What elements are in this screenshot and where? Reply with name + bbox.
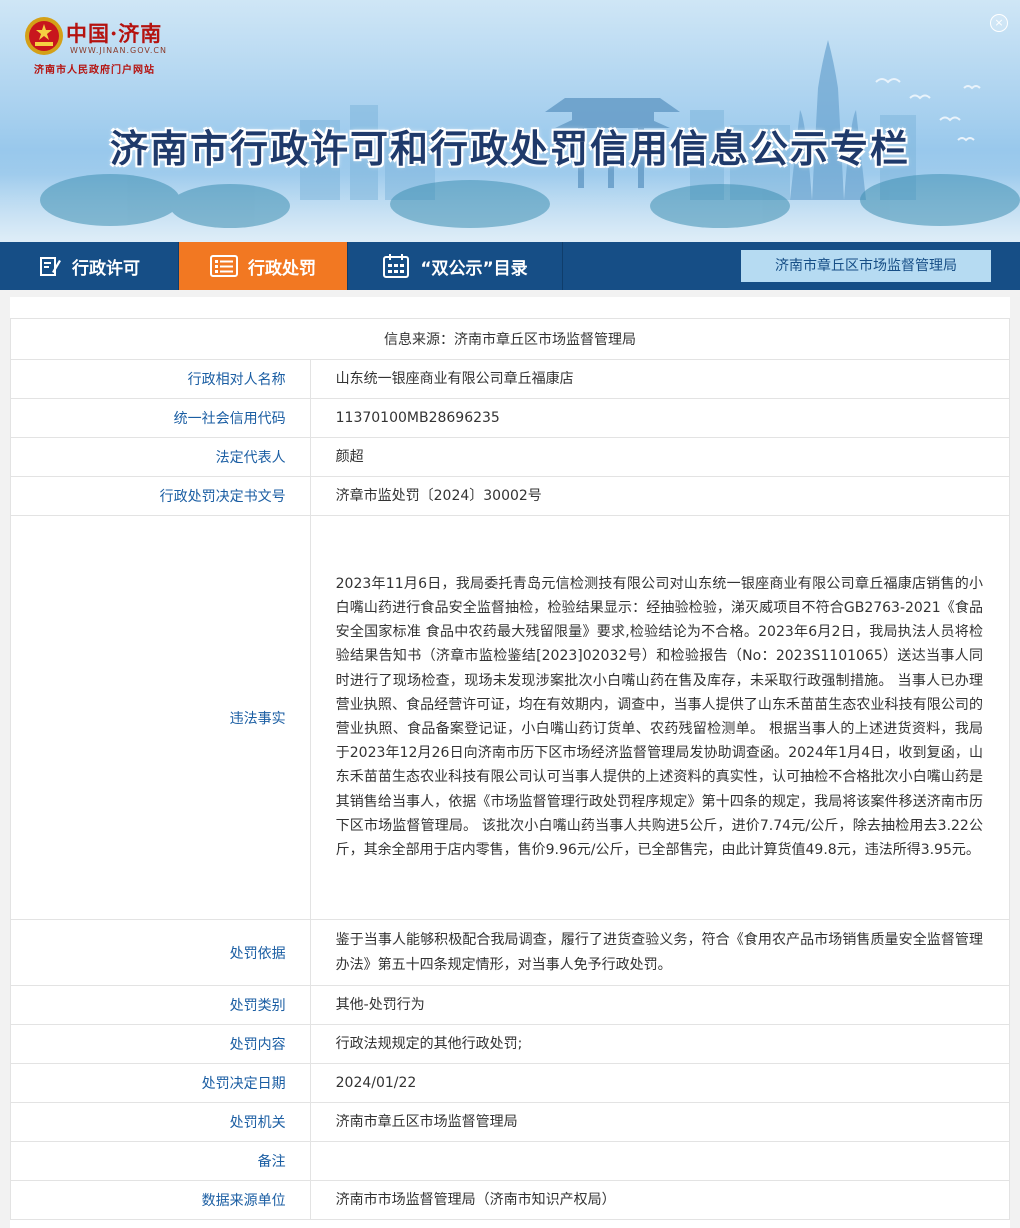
row-value: 11370100MB28696235	[309, 398, 1011, 438]
row-value: 济章市监处罚〔2024〕30002号	[309, 476, 1011, 516]
row-label: 处罚决定日期	[10, 1063, 311, 1103]
calendar-icon	[383, 254, 410, 278]
row-value: 2023年11月6日，我局委托青岛元信检测技有限公司对山东统一银座商业有限公司章…	[309, 515, 1011, 920]
main-nav: 行政许可 行政处罚 “双公示”目录 济南市章丘区市场监督管理局	[0, 242, 1020, 290]
row-label: 数据来源单位	[10, 1180, 311, 1220]
row-value: 济南市市场监督管理局（济南市知识产权局）	[309, 1180, 1011, 1220]
content-area: 信息来源：济南市章丘区市场监督管理局 行政相对人名称 山东统一银座商业有限公司章…	[0, 290, 1020, 1228]
table-row: 数据来源单位 济南市市场监督管理局（济南市知识产权局）	[10, 1180, 1011, 1220]
nav-tab-label: 行政处罚	[248, 258, 316, 279]
row-label: 处罚机关	[10, 1102, 311, 1142]
header-banner: 中国·济南 WWW.JINAN.GOV.CN 济南市人民政府门户网站 × 济南市…	[0, 0, 1020, 242]
table-row: 行政相对人名称 山东统一银座商业有限公司章丘福康店	[10, 359, 1011, 399]
row-label: 处罚内容	[10, 1024, 311, 1064]
row-value: 行政法规规定的其他行政处罚;	[309, 1024, 1011, 1064]
nav-tab-administrative-penalty[interactable]: 行政处罚	[179, 242, 347, 290]
row-label: 统一社会信用代码	[10, 398, 311, 438]
logo-text: 中国·济南	[66, 21, 163, 46]
row-label: 处罚类别	[10, 985, 311, 1025]
table-row: 处罚内容 行政法规规定的其他行政处罚;	[10, 1024, 1011, 1064]
page-title: 济南市行政许可和行政处罚信用信息公示专栏	[109, 127, 910, 171]
table-row: 违法事实 2023年11月6日，我局委托青岛元信检测技有限公司对山东统一银座商业…	[10, 515, 1011, 920]
row-label: 处罚依据	[10, 919, 311, 986]
row-value: 鉴于当事人能够积极配合我局调查，履行了进货查验义务，符合《食用农产品市场销售质量…	[309, 919, 1011, 986]
table-row: 处罚机关 济南市章丘区市场监督管理局	[10, 1102, 1011, 1142]
info-source: 信息来源：济南市章丘区市场监督管理局	[10, 318, 1010, 360]
row-label: 违法事实	[10, 515, 311, 920]
row-value: 颜超	[309, 437, 1011, 477]
row-value: 2024/01/22	[309, 1063, 1011, 1103]
row-value: 济南市章丘区市场监督管理局	[309, 1102, 1011, 1142]
table-row: 备注	[10, 1141, 1011, 1181]
table-row: 法定代表人 颜超	[10, 437, 1011, 477]
table-row: 处罚依据 鉴于当事人能够积极配合我局调查，履行了进货查验义务，符合《食用农产品市…	[10, 919, 1011, 986]
site-logo[interactable]: 中国·济南 WWW.JINAN.GOV.CN 济南市人民政府门户网站	[24, 14, 214, 76]
close-icon[interactable]: ×	[990, 14, 1008, 32]
nav-tab-administrative-license[interactable]: 行政许可	[0, 242, 178, 290]
row-label: 法定代表人	[10, 437, 311, 477]
org-badge[interactable]: 济南市章丘区市场监督管理局	[741, 250, 991, 282]
table-row: 行政处罚决定书文号 济章市监处罚〔2024〕30002号	[10, 476, 1011, 516]
nav-divider	[562, 242, 563, 290]
row-value: 山东统一银座商业有限公司章丘福康店	[309, 359, 1011, 399]
row-label: 备注	[10, 1141, 311, 1181]
row-value: 其他-处罚行为	[309, 985, 1011, 1025]
table-row: 处罚类别 其他-处罚行为	[10, 985, 1011, 1025]
row-label: 行政相对人名称	[10, 359, 311, 399]
logo-subtitle: 济南市人民政府门户网站	[34, 65, 155, 76]
nav-tab-label: “双公示”目录	[420, 258, 528, 279]
row-value	[309, 1141, 1011, 1181]
logo-url: WWW.JINAN.GOV.CN	[70, 46, 167, 55]
table-row: 统一社会信用代码 11370100MB28696235	[10, 398, 1011, 438]
list-icon	[210, 255, 238, 277]
record-panel: 信息来源：济南市章丘区市场监督管理局 行政相对人名称 山东统一银座商业有限公司章…	[10, 297, 1011, 1228]
penalty-record-table: 信息来源：济南市章丘区市场监督管理局 行政相对人名称 山东统一银座商业有限公司章…	[10, 318, 1011, 1220]
table-row: 处罚决定日期 2024/01/22	[10, 1063, 1011, 1103]
row-label: 行政处罚决定书文号	[10, 476, 311, 516]
nav-tab-double-publicity-catalog[interactable]: “双公示”目录	[348, 242, 562, 290]
nav-tab-label: 行政许可	[72, 258, 140, 279]
document-pen-icon	[40, 257, 61, 276]
national-emblem-icon	[25, 17, 63, 55]
table-row: 信息来源：济南市章丘区市场监督管理局	[10, 318, 1010, 360]
